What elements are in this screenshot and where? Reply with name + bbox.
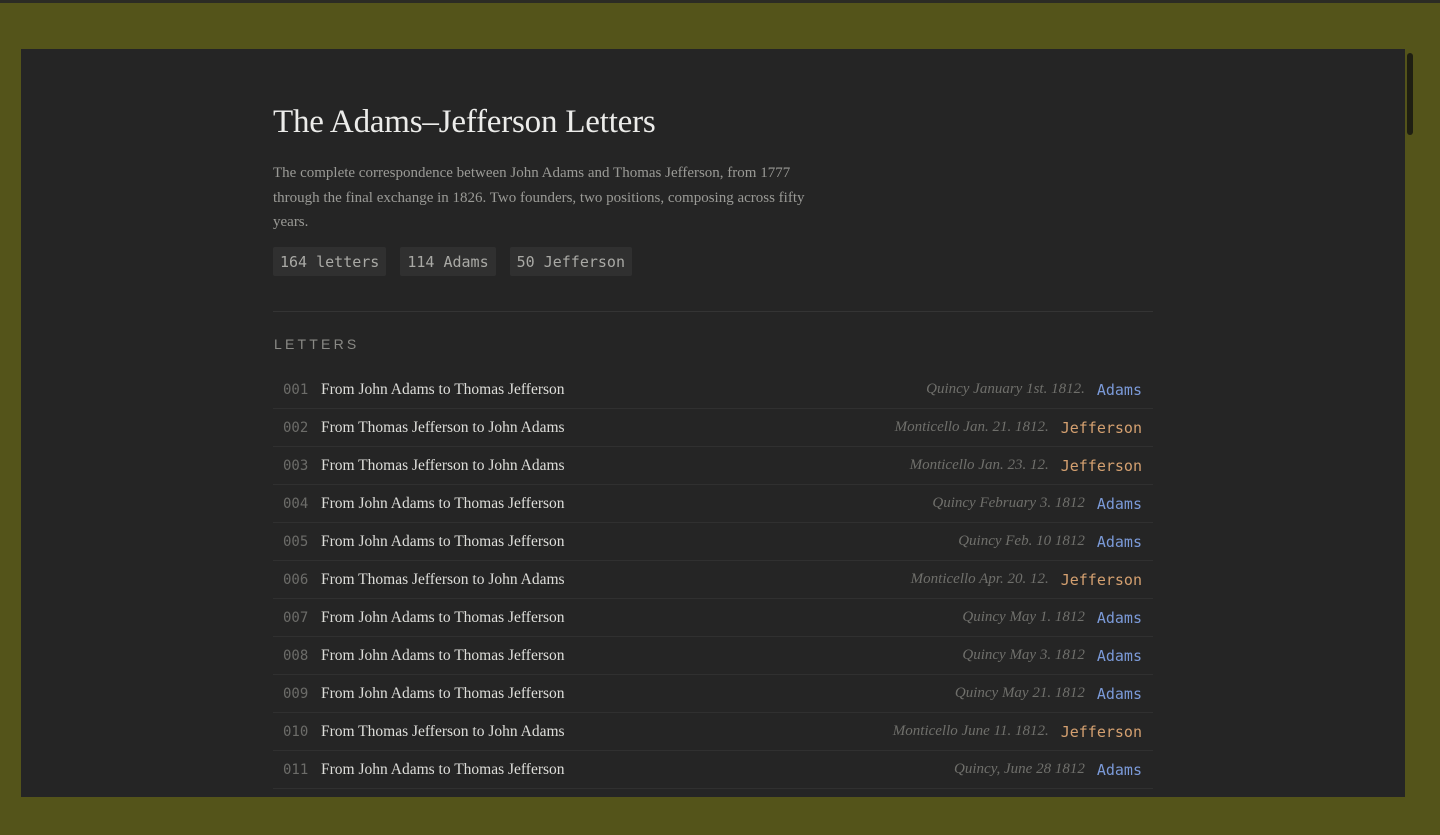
letter-author-tag: Adams	[1096, 760, 1142, 779]
letter-number: 004	[283, 495, 309, 512]
section-divider	[273, 311, 1153, 312]
page-description: The complete correspondence between John…	[273, 165, 805, 230]
letter-title[interactable]: From Thomas Jefferson to John Adams	[321, 457, 910, 475]
letter-place-date: Quincy February 3. 1812	[932, 495, 1085, 511]
section-label-letters: LETTERS	[274, 336, 360, 352]
letter-row[interactable]: 001 From John Adams to Thomas Jefferson Qu…	[273, 371, 1153, 409]
letter-row[interactable]: 010 From Thomas Jefferson to John Adams Mo…	[273, 713, 1153, 751]
letter-number: 010	[283, 723, 309, 740]
letter-number: 008	[283, 647, 309, 664]
stat-jefferson-count: 50 Jefferson	[509, 247, 632, 276]
window-top-edge	[0, 0, 1440, 3]
stats-bar: 164 letters 114 Adams 50 Jefferson	[273, 247, 632, 276]
letter-author-tag: Jefferson	[1060, 418, 1142, 437]
letter-title[interactable]: From Thomas Jefferson to John Adams	[321, 571, 911, 589]
letter-place-date: Quincy Feb. 10 1812	[958, 533, 1085, 549]
letter-number: 003	[283, 457, 309, 474]
letter-row[interactable]: 008 From John Adams to Thomas Jefferson Qu…	[273, 637, 1153, 675]
letter-number: 009	[283, 685, 309, 702]
letter-title[interactable]: From John Adams to Thomas Jefferson	[321, 647, 962, 665]
letter-row[interactable]: 005 From John Adams to Thomas Jefferson Qu…	[273, 523, 1153, 561]
letter-author-tag: Adams	[1096, 380, 1142, 399]
letter-place-date: Quincy, June 28 1812	[954, 761, 1085, 777]
letter-author-tag: Jefferson	[1060, 570, 1142, 589]
letter-title[interactable]: From John Adams to Thomas Jefferson	[321, 761, 954, 779]
letter-title[interactable]: From John Adams to Thomas Jefferson	[321, 381, 926, 399]
letter-author-tag: Jefferson	[1060, 456, 1142, 475]
letters-list: 001 From John Adams to Thomas Jefferson Qu…	[273, 371, 1153, 789]
stat-letters-count: 164 letters	[273, 247, 387, 276]
stat-adams-count: 114 Adams	[400, 247, 496, 276]
letter-number: 002	[283, 419, 309, 436]
letter-place-date: Quincy May 21. 1812	[954, 685, 1085, 701]
letter-number: 005	[283, 533, 309, 550]
letter-row[interactable]: 007 From John Adams to Thomas Jefferson Qu…	[273, 599, 1153, 637]
scrollbar[interactable]	[1405, 49, 1415, 797]
letter-title[interactable]: From John Adams to Thomas Jefferson	[321, 533, 958, 551]
letter-title[interactable]: From Thomas Jefferson to John Adams	[321, 723, 893, 741]
letter-author-tag: Adams	[1096, 608, 1142, 627]
letter-number: 011	[283, 761, 309, 778]
content-panel: The Adams–Jefferson Letters The complete…	[21, 49, 1405, 797]
letter-row[interactable]: 002 From Thomas Jefferson to John Adams Mo…	[273, 409, 1153, 447]
letter-row[interactable]: 009 From John Adams to Thomas Jefferson Qu…	[273, 675, 1153, 713]
letter-place-date: Quincy May 1. 1812	[962, 609, 1085, 625]
letter-author-tag: Adams	[1096, 494, 1142, 513]
page-title: The Adams–Jefferson Letters	[273, 104, 656, 140]
letter-title[interactable]: From John Adams to Thomas Jefferson	[321, 609, 962, 627]
letter-title[interactable]: From Thomas Jefferson to John Adams	[321, 419, 895, 437]
letter-author-tag: Jefferson	[1060, 722, 1142, 741]
letter-number: 007	[283, 609, 309, 626]
letter-row[interactable]: 006 From Thomas Jefferson to John Adams Mo…	[273, 561, 1153, 599]
letter-author-tag: Adams	[1096, 646, 1142, 665]
letter-title[interactable]: From John Adams to Thomas Jefferson	[321, 685, 955, 703]
letter-place-date: Monticello Jan. 23. 12.	[909, 457, 1049, 473]
letter-author-tag: Adams	[1096, 684, 1142, 703]
letter-title[interactable]: From John Adams to Thomas Jefferson	[321, 495, 932, 513]
letter-place-date: Quincy January 1st. 1812.	[926, 381, 1085, 397]
letter-row[interactable]: 004 From John Adams to Thomas Jefferson Qu…	[273, 485, 1153, 523]
letter-place-date: Quincy May 3. 1812	[962, 647, 1085, 663]
letter-row[interactable]: 003 From Thomas Jefferson to John Adams Mo…	[273, 447, 1153, 485]
letter-place-date: Monticello Jan. 21. 1812.	[894, 419, 1049, 435]
scrollbar-thumb[interactable]	[1407, 53, 1413, 135]
letter-author-tag: Adams	[1096, 532, 1142, 551]
letter-number: 001	[283, 381, 309, 398]
letter-row[interactable]: 011 From John Adams to Thomas Jefferson Qu…	[273, 751, 1153, 789]
letter-number: 006	[283, 571, 309, 588]
letter-place-date: Monticello June 11. 1812.	[892, 723, 1049, 739]
letter-place-date: Monticello Apr. 20. 12.	[910, 571, 1049, 587]
